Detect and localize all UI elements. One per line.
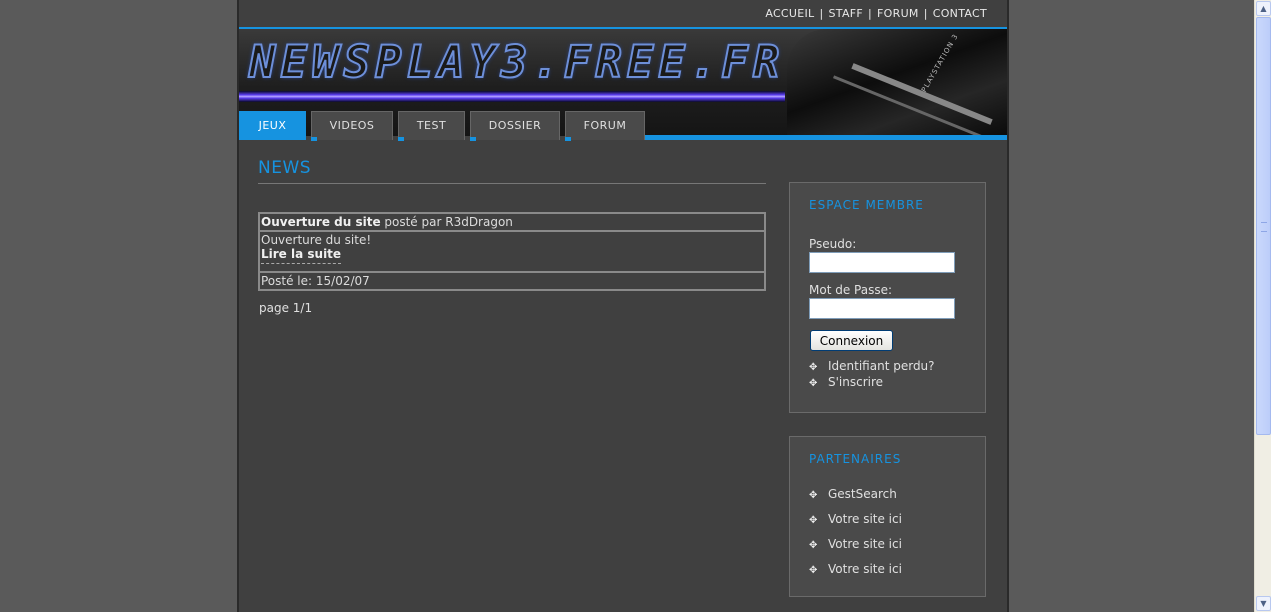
link-accueil[interactable]: ACCUEIL — [765, 7, 814, 20]
news-title: Ouverture du site — [261, 215, 381, 229]
member-panel: ESPACE MEMBRE Pseudo: Mot de Passe: Conn… — [789, 182, 986, 413]
news-byline: posté par R3dDragon — [380, 215, 513, 229]
partner-link-2[interactable]: ✥ Votre site ici — [809, 537, 902, 551]
nav-underline — [644, 135, 1007, 140]
pseudo-input[interactable] — [809, 252, 955, 273]
top-links-bar: ACCUEIL | STAFF | FORUM | CONTACT — [239, 0, 1007, 29]
bullet-icon: ✥ — [809, 540, 818, 551]
console-brand: PLAYSTATION 3 — [920, 32, 960, 94]
tab-jeux[interactable]: JEUX — [239, 111, 306, 140]
top-links: ACCUEIL | STAFF | FORUM | CONTACT — [765, 7, 987, 20]
site-logo[interactable]: NEWSPLAY3.FREE.FR — [248, 36, 784, 89]
tab-dossier[interactable]: DOSSIER — [470, 111, 560, 141]
bullet-icon: ✥ — [809, 362, 818, 373]
bullet-icon: ✥ — [809, 490, 818, 501]
partners-panel: PARTENAIRES ✥ GestSearch ✥ Votre site ici … — [789, 436, 986, 597]
scroll-thumb[interactable] — [1256, 17, 1271, 435]
partner-link-3[interactable]: ✥ Votre site ici — [809, 562, 902, 576]
read-more-link[interactable]: Lire la suite — [261, 247, 342, 264]
news-divider — [258, 183, 766, 184]
partner-link-1[interactable]: ✥ Votre site ici — [809, 512, 902, 526]
pagination: page 1/1 — [259, 301, 313, 315]
bullet-icon: ✥ — [809, 515, 818, 526]
partner-link-gestsearch[interactable]: ✥ GestSearch — [809, 487, 897, 501]
link-staff[interactable]: STAFF — [829, 7, 864, 20]
pseudo-label: Pseudo: — [809, 237, 857, 251]
member-panel-title: ESPACE MEMBRE — [809, 198, 924, 212]
bullet-icon: ✥ — [809, 378, 818, 389]
partners-panel-title: PARTENAIRES — [809, 452, 902, 466]
register-link[interactable]: ✥ S'inscrire — [809, 375, 883, 389]
news-header: Ouverture du site posté par R3dDragon — [260, 214, 764, 232]
link-contact[interactable]: CONTACT — [933, 7, 987, 20]
scroll-up-icon[interactable]: ▲ — [1256, 1, 1271, 16]
tab-test[interactable]: TEST — [398, 111, 465, 141]
vertical-scrollbar[interactable]: ▲ ▼ — [1254, 0, 1271, 612]
news-item: Ouverture du site posté par R3dDragon Ou… — [258, 212, 766, 291]
page-container: ACCUEIL | STAFF | FORUM | CONTACT NEWSPLAY3.FR… — [237, 0, 1009, 612]
password-label: Mot de Passe: — [809, 283, 893, 297]
password-input[interactable] — [809, 298, 955, 319]
link-forum[interactable]: FORUM — [877, 7, 919, 20]
main-nav: JEUX VIDEOS TEST DOSSIER FORUM — [239, 110, 1007, 141]
news-heading: NEWS — [258, 158, 312, 178]
bullet-icon: ✥ — [809, 565, 818, 576]
tab-videos[interactable]: VIDEOS — [311, 111, 393, 141]
scroll-down-icon[interactable]: ▼ — [1256, 596, 1271, 611]
logo-underline — [239, 91, 785, 102]
tab-forum[interactable]: FORUM — [565, 111, 645, 141]
news-body: Ouverture du site! Lire la suite — [260, 232, 764, 273]
news-date: Posté le: 15/02/07 — [261, 274, 370, 288]
lost-id-link[interactable]: ✥ Identifiant perdu? — [809, 359, 935, 373]
grip-icon — [1261, 222, 1267, 232]
login-button[interactable]: Connexion — [810, 330, 893, 351]
news-excerpt: Ouverture du site! — [261, 233, 372, 247]
